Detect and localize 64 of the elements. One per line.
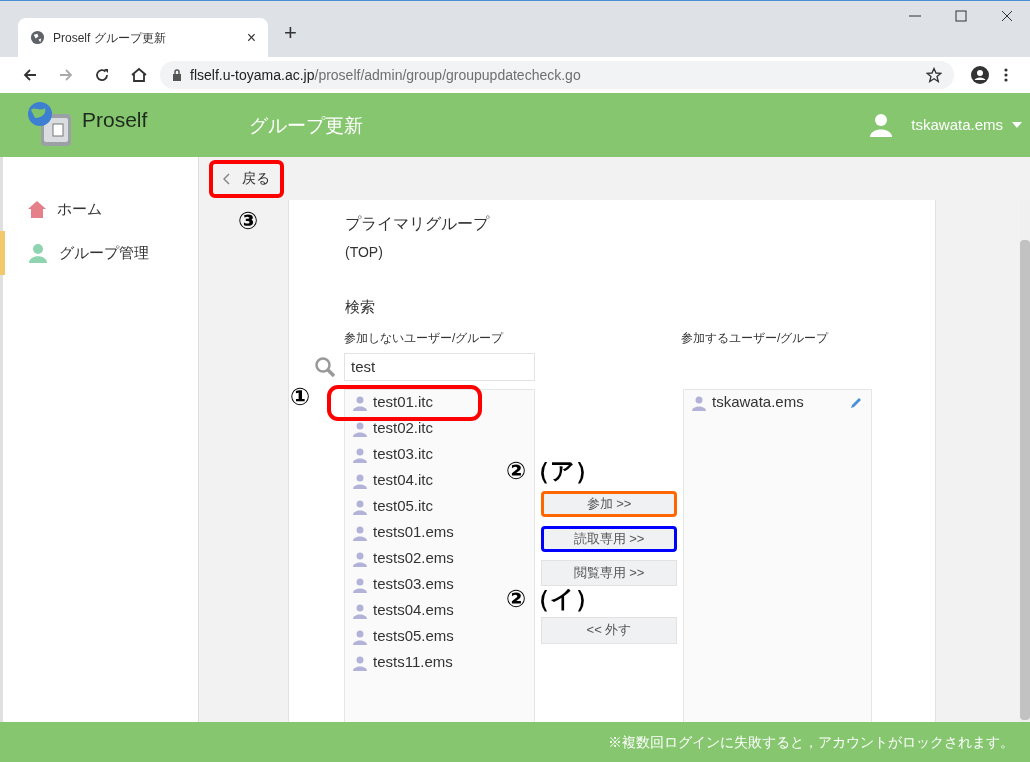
menu-icon[interactable] [1004, 67, 1008, 83]
list-item[interactable]: test02.itc [345, 415, 438, 442]
list-item[interactable]: tests03.ems [345, 571, 458, 598]
footer-notice: ※複数回ログインに失敗すると，アカウントがロックされます。 [608, 732, 1014, 752]
user-icon [870, 113, 893, 137]
page-title: グループ更新 [249, 113, 365, 138]
person-icon [352, 420, 368, 437]
list-item[interactable]: tests11.ems [345, 649, 457, 676]
back-button[interactable]: 戻る [209, 159, 284, 198]
list-item[interactable]: test05.itc [345, 493, 438, 520]
list-item[interactable]: tskawata.ems [684, 389, 871, 416]
caret-icon [1012, 122, 1022, 128]
annotation-label: ②（ア） [506, 456, 600, 486]
back-arrow-icon[interactable] [22, 67, 38, 83]
lock-icon [172, 69, 182, 81]
person-icon [352, 498, 368, 515]
person-icon [352, 446, 368, 463]
reload-icon[interactable] [94, 67, 110, 83]
list-item[interactable]: tests05.ems [345, 623, 458, 650]
annotation-label: ③ [238, 206, 259, 236]
logo-text: Proself [82, 107, 148, 134]
person-icon [352, 550, 368, 567]
list-heading: 参加するユーザー/グループ [681, 329, 830, 347]
person-icon [352, 472, 368, 489]
person-icon [691, 394, 707, 411]
annotation-label: ① [290, 382, 311, 412]
star-icon[interactable] [926, 67, 942, 83]
person-icon [352, 602, 368, 619]
list-heading: 参加しないユーザー/グループ [344, 329, 505, 347]
browser-tab[interactable]: Proself グループ更新 × [18, 18, 268, 57]
action-button[interactable]: 閲覧専用 >> [541, 559, 677, 586]
address-field[interactable]: flself.u-toyama.ac.jp/proself/admin/group/groupupdatecheck.go [160, 61, 954, 89]
group-value: (TOP) [345, 243, 384, 262]
chevron-left-icon [223, 172, 230, 185]
annotation-label: ②（イ） [506, 584, 600, 614]
list-item[interactable]: tests01.ems [345, 519, 458, 546]
search-icon [314, 355, 336, 378]
list-item[interactable]: test04.itc [345, 467, 438, 494]
account-icon[interactable] [970, 65, 990, 85]
section-heading: プライマリグループ [345, 214, 491, 234]
close-tab-button[interactable]: × [246, 25, 256, 50]
search-field[interactable]: test [344, 352, 535, 381]
action-button[interactable]: 参加 >> [541, 490, 677, 517]
new-tab-button[interactable]: + [284, 16, 297, 49]
list-item[interactable]: test03.itc [345, 441, 438, 468]
action-button[interactable]: << 外す [541, 616, 677, 644]
url-text: flself.u-toyama.ac.jp/proself/admin/group/groupupdatecheck.go [190, 65, 582, 85]
list-item[interactable]: tests04.ems [345, 597, 458, 624]
person-icon [352, 628, 368, 645]
person-icon [352, 576, 368, 593]
person-icon [27, 243, 49, 263]
person-icon [352, 524, 368, 541]
globe-icon [30, 30, 45, 45]
section-heading: 検索 [345, 297, 376, 317]
list-item[interactable]: test01.itc [332, 389, 477, 416]
home-icon[interactable] [130, 67, 148, 83]
pencil-icon[interactable] [849, 395, 863, 410]
person-icon [352, 394, 368, 411]
scrollbar-thumb[interactable] [1020, 240, 1030, 720]
list-item[interactable]: tests02.ems [345, 545, 458, 572]
sidebar-item[interactable]: ホーム [0, 187, 198, 231]
person-icon [352, 654, 368, 671]
home-icon [27, 200, 47, 218]
action-button[interactable]: 読取専用 >> [541, 525, 677, 552]
